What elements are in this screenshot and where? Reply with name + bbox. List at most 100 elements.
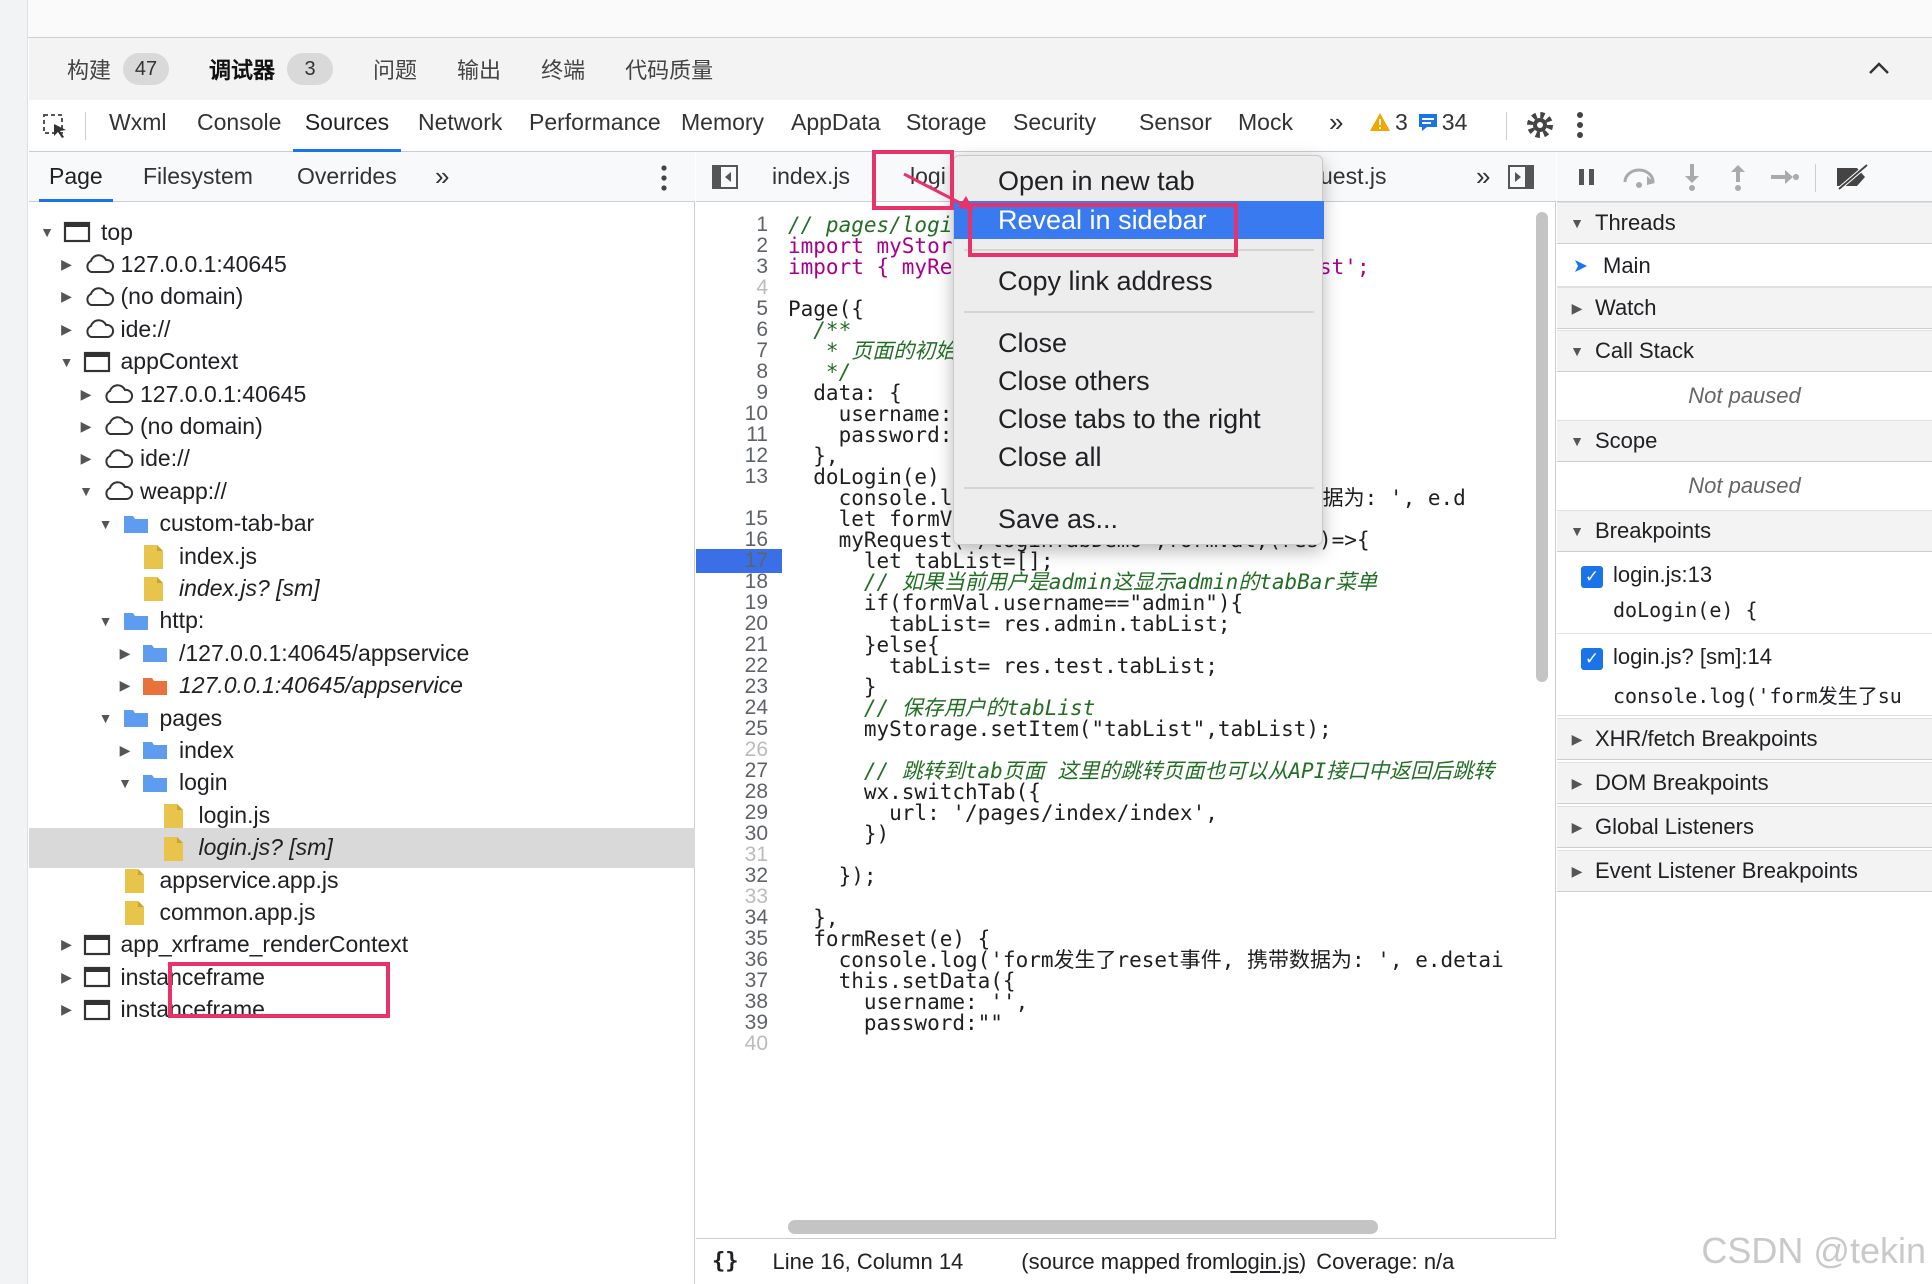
inspect-element-icon[interactable]	[41, 112, 69, 140]
debugger-toolbar	[1557, 152, 1932, 202]
tab-sources[interactable]: Sources	[293, 100, 401, 152]
breakpoint-item[interactable]: ✓ login.js:13 doLogin(e) {	[1557, 554, 1932, 634]
menu-item-close[interactable]: Close	[954, 324, 1324, 362]
step-over-icon[interactable]	[1621, 164, 1657, 190]
code-line[interactable]: password:""	[788, 1010, 1003, 1036]
breakpoints-section[interactable]: ▼ Breakpoints	[1557, 510, 1932, 552]
expanded-arrow-icon[interactable]: ▼	[37, 224, 57, 240]
tab-problems[interactable]: 问题	[373, 53, 417, 85]
toggle-navigator-icon[interactable]	[712, 165, 738, 189]
step-icon[interactable]	[1769, 166, 1799, 188]
menu-item-copy-link-address[interactable]: Copy link address	[954, 262, 1324, 300]
pause-icon[interactable]	[1577, 166, 1597, 188]
tab-page[interactable]: Page	[39, 152, 113, 202]
tab-debugger[interactable]: 调试器 3	[209, 53, 334, 85]
menu-separator	[964, 311, 1314, 313]
threads-section[interactable]: ▼ Threads	[1557, 202, 1932, 244]
collapsed-arrow-icon[interactable]: ▶	[57, 321, 77, 338]
gear-icon[interactable]	[1525, 110, 1555, 140]
section-title: Breakpoints	[1595, 518, 1712, 543]
tab-filesystem[interactable]: Filesystem	[143, 152, 253, 202]
more-vertical-icon[interactable]	[659, 164, 669, 192]
more-tabs-button[interactable]: »	[1329, 100, 1343, 152]
line-number-gutter[interactable]: 1 2 3 4 5 6 7 8 9 10 11 12 13 14 15 16 17 18 19 20 21 22 23 24 2…	[696, 204, 776, 1222]
tab-code-quality[interactable]: 代码质量	[625, 53, 713, 85]
line-number[interactable]: 40	[698, 1031, 768, 1057]
xhr-breakpoints-section[interactable]: ▶ XHR/fetch Breakpoints	[1557, 718, 1932, 760]
tab-output[interactable]: 输出	[457, 53, 501, 85]
collapsed-arrow-icon[interactable]: ▶	[115, 677, 135, 694]
expanded-arrow-icon: ▼	[1570, 215, 1584, 231]
tab-console[interactable]: Console	[197, 100, 281, 152]
checkbox-checked[interactable]: ✓	[1581, 648, 1603, 670]
code-line[interactable]: })	[788, 821, 889, 847]
tab-mock[interactable]: Mock	[1238, 100, 1293, 152]
collapsed-arrow-icon[interactable]: ▶	[57, 288, 77, 305]
watermark: CSDN @tekin	[1701, 1230, 1926, 1271]
tab-security[interactable]: Security	[1013, 100, 1096, 152]
tab-appdata[interactable]: AppData	[791, 100, 881, 152]
menu-item-close-all[interactable]: Close all	[954, 438, 1324, 476]
expanded-arrow-icon[interactable]: ▼	[57, 354, 77, 370]
tab-terminal[interactable]: 终端	[541, 53, 585, 85]
tab-performance[interactable]: Performance	[529, 100, 661, 152]
menu-item-close-tabs-right[interactable]: Close tabs to the right	[954, 400, 1324, 438]
code-line[interactable]: myStorage.setItem("tabList",tabList);	[788, 716, 1332, 742]
collapsed-arrow-icon[interactable]: ▶	[115, 645, 135, 662]
warning-icon	[1370, 113, 1390, 131]
source-mapped-prefix: (source mapped from	[1021, 1248, 1231, 1274]
tab-storage[interactable]: Storage	[906, 100, 987, 152]
toggle-debugger-icon[interactable]	[1508, 165, 1534, 189]
expanded-arrow-icon[interactable]: ▼	[96, 710, 116, 726]
collapsed-arrow-icon[interactable]: ▶	[76, 418, 96, 435]
dom-breakpoints-section[interactable]: ▶ DOM Breakpoints	[1557, 762, 1932, 804]
scope-section[interactable]: ▼ Scope	[1557, 420, 1932, 462]
step-out-icon[interactable]	[1727, 162, 1749, 192]
thread-main[interactable]: Main	[1557, 245, 1932, 287]
section-title: Call Stack	[1595, 338, 1695, 363]
source-mapped-link[interactable]: login.js	[1230, 1249, 1298, 1275]
collapsed-arrow-icon[interactable]: ▶	[57, 1001, 77, 1018]
collapsed-arrow-icon[interactable]: ▶	[57, 256, 77, 273]
watch-section[interactable]: ▶ Watch	[1557, 287, 1932, 329]
deactivate-breakpoints-icon[interactable]	[1835, 164, 1871, 190]
more-vertical-icon[interactable]	[1575, 110, 1585, 140]
collapsed-arrow-icon[interactable]: ▶	[115, 742, 135, 759]
breakpoint-item[interactable]: ✓ login.js? [sm]:14 console.log('form发生了…	[1557, 636, 1932, 716]
code-line[interactable]: });	[788, 863, 877, 889]
expanded-arrow-icon[interactable]: ▼	[115, 775, 135, 791]
menu-item-save-as[interactable]: Save as...	[954, 500, 1324, 538]
event-listener-breakpoints-section[interactable]: ▶ Event Listener Breakpoints	[1557, 850, 1932, 892]
issues-counter[interactable]: 3 34	[1369, 100, 1467, 144]
chevron-up-icon[interactable]	[1866, 56, 1892, 82]
collapsed-arrow-icon[interactable]: ▶	[76, 450, 96, 467]
cursor-position: Line 16, Column 14	[772, 1248, 964, 1274]
horizontal-scrollbar[interactable]	[788, 1220, 1378, 1234]
collapsed-arrow-icon[interactable]: ▶	[76, 386, 96, 403]
checkbox-checked[interactable]: ✓	[1581, 566, 1603, 588]
editor-tab-index-js[interactable]: index.js	[772, 152, 850, 202]
tab-memory[interactable]: Memory	[681, 100, 764, 152]
tab-wxml[interactable]: Wxml	[109, 100, 166, 152]
tab-network[interactable]: Network	[418, 100, 502, 152]
vertical-scrollbar[interactable]	[1536, 212, 1548, 682]
collapsed-arrow-icon[interactable]: ▶	[57, 936, 77, 953]
tab-label: 输出	[457, 58, 502, 83]
step-into-icon[interactable]	[1681, 162, 1703, 192]
more-tabs-button[interactable]: »	[435, 152, 449, 202]
call-stack-section[interactable]: ▼ Call Stack	[1557, 330, 1932, 372]
expanded-arrow-icon[interactable]: ▼	[96, 516, 116, 532]
tab-sensor[interactable]: Sensor	[1139, 100, 1212, 152]
expanded-arrow-icon[interactable]: ▼	[76, 483, 96, 499]
global-listeners-section[interactable]: ▶ Global Listeners	[1557, 806, 1932, 848]
editor-tab-request-js[interactable]: uest.js	[1320, 152, 1386, 202]
menu-item-open-in-new-tab[interactable]: Open in new tab	[954, 162, 1324, 200]
tab-overrides[interactable]: Overrides	[297, 152, 397, 202]
section-title: XHR/fetch Breakpoints	[1595, 726, 1818, 751]
collapsed-arrow-icon[interactable]: ▶	[57, 969, 77, 986]
more-tabs-button[interactable]: »	[1476, 152, 1490, 202]
tab-build[interactable]: 构建 47	[67, 53, 170, 85]
expanded-arrow-icon[interactable]: ▼	[96, 613, 116, 629]
menu-item-close-others[interactable]: Close others	[954, 362, 1324, 400]
pretty-print-button[interactable]: {}	[712, 1249, 739, 1274]
